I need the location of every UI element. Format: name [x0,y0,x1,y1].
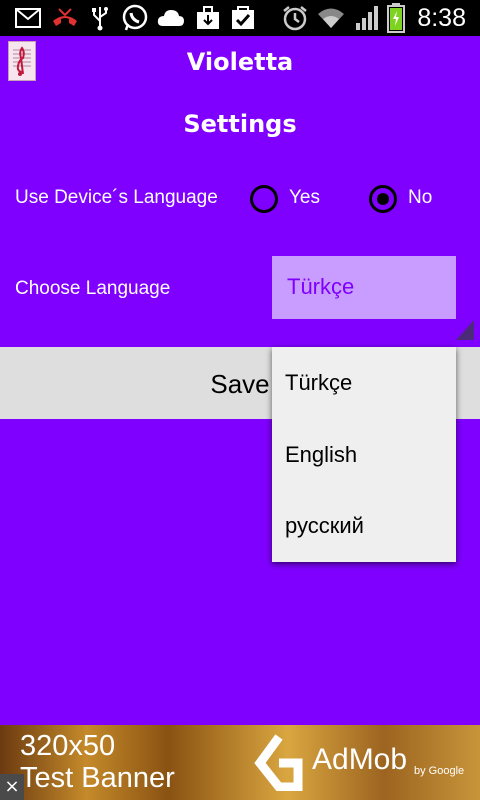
radio-no-label[interactable]: No [408,187,432,209]
app-title: Violetta [186,48,294,76]
battery-icon [386,3,406,33]
status-bar: 8:38 [0,0,480,36]
language-spinner-value: Türkçe [287,274,355,299]
device-language-label: Use Device´s Language [15,187,218,208]
wifi-icon [317,4,345,32]
radio-no-button[interactable] [369,185,397,213]
admob-logo-icon [254,734,303,791]
alarm-icon [281,4,309,32]
radio-yes-label[interactable]: Yes [289,187,320,209]
banner-close-icon[interactable]: × [0,774,24,800]
clock: 8:38 [417,4,466,32]
dropdown-item-label: Türkçe [285,370,353,395]
admob-brand: AdMob [312,743,408,776]
usb-icon [88,4,112,32]
dropdown-item-label: русский [285,513,364,538]
download-icon [195,4,221,32]
dropdown-item-turkish[interactable]: Türkçe [272,348,456,419]
admob-by-google: by Google [414,765,465,777]
dropdown-item-label: English [285,442,358,467]
language-spinner[interactable]: Türkçe [272,256,456,319]
radio-yes-button[interactable] [250,185,278,213]
signal-icon [354,4,380,32]
dropdown-item-english[interactable]: English [272,420,456,491]
ad-banner[interactable]: 320x50 Test Banner AdMob by Google × [0,725,480,800]
spinner-arrow-icon [456,320,474,340]
page-title: Settings [183,110,297,138]
banner-size-text: 320x50 [20,730,116,762]
missed-call-icon [50,4,80,32]
mail-icon [14,4,42,32]
banner-test-text: Test Banner [20,762,175,794]
cloud-icon [156,4,186,32]
whatsapp-icon [120,4,150,32]
dropdown-item-russian[interactable]: русский [272,491,456,562]
choose-language-label: Choose Language [15,278,171,299]
language-dropdown: Türkçe English русский [272,347,456,562]
task-icon [230,4,256,32]
